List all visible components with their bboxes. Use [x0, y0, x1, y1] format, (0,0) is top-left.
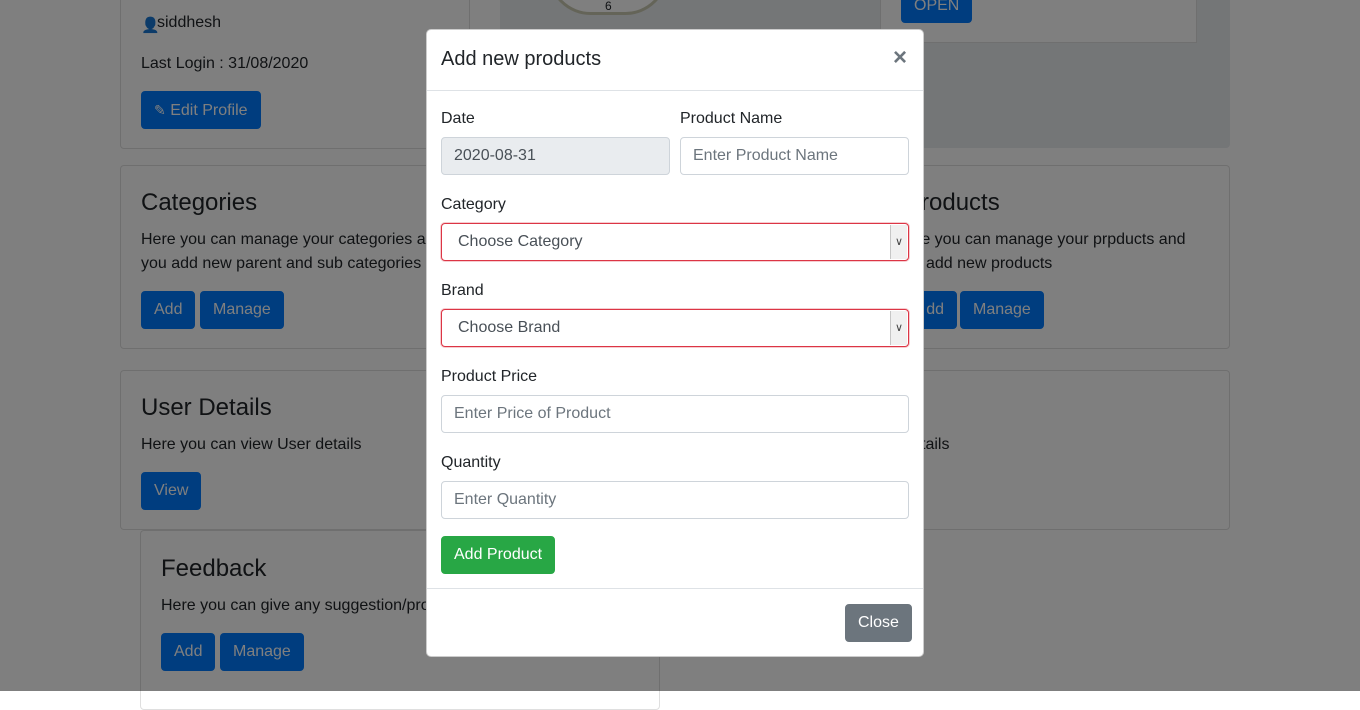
product-name-input[interactable]: Enter Product Name [680, 137, 909, 175]
modal-title: Add new products [441, 48, 602, 70]
date-label: Date [441, 110, 475, 127]
brand-select[interactable]: Choose Brand ∨ [441, 309, 909, 347]
chevron-down-icon: ∨ [890, 225, 907, 259]
brand-selected-value: Choose Brand [458, 319, 561, 336]
add-product-modal: Add new products × Date 2020-08-31 Produ… [426, 29, 924, 657]
add-product-button[interactable]: Add Product [441, 536, 556, 574]
close-icon[interactable]: × [893, 46, 907, 70]
modal-footer: Close [427, 588, 923, 657]
price-input[interactable]: Enter Price of Product [441, 395, 909, 433]
brand-label: Brand [441, 282, 484, 299]
product-name-label: Product Name [680, 110, 783, 127]
price-label: Product Price [441, 368, 538, 385]
category-selected-value: Choose Category [458, 233, 583, 250]
chevron-down-icon: ∨ [890, 311, 907, 345]
quantity-label: Quantity [441, 454, 501, 471]
date-field[interactable]: 2020-08-31 [441, 137, 670, 175]
close-button[interactable]: Close [845, 604, 912, 642]
category-label: Category [441, 196, 506, 213]
quantity-input[interactable]: Enter Quantity [441, 481, 909, 519]
category-select[interactable]: Choose Category ∨ [441, 223, 909, 261]
modal-header: Add new products × [427, 30, 923, 91]
